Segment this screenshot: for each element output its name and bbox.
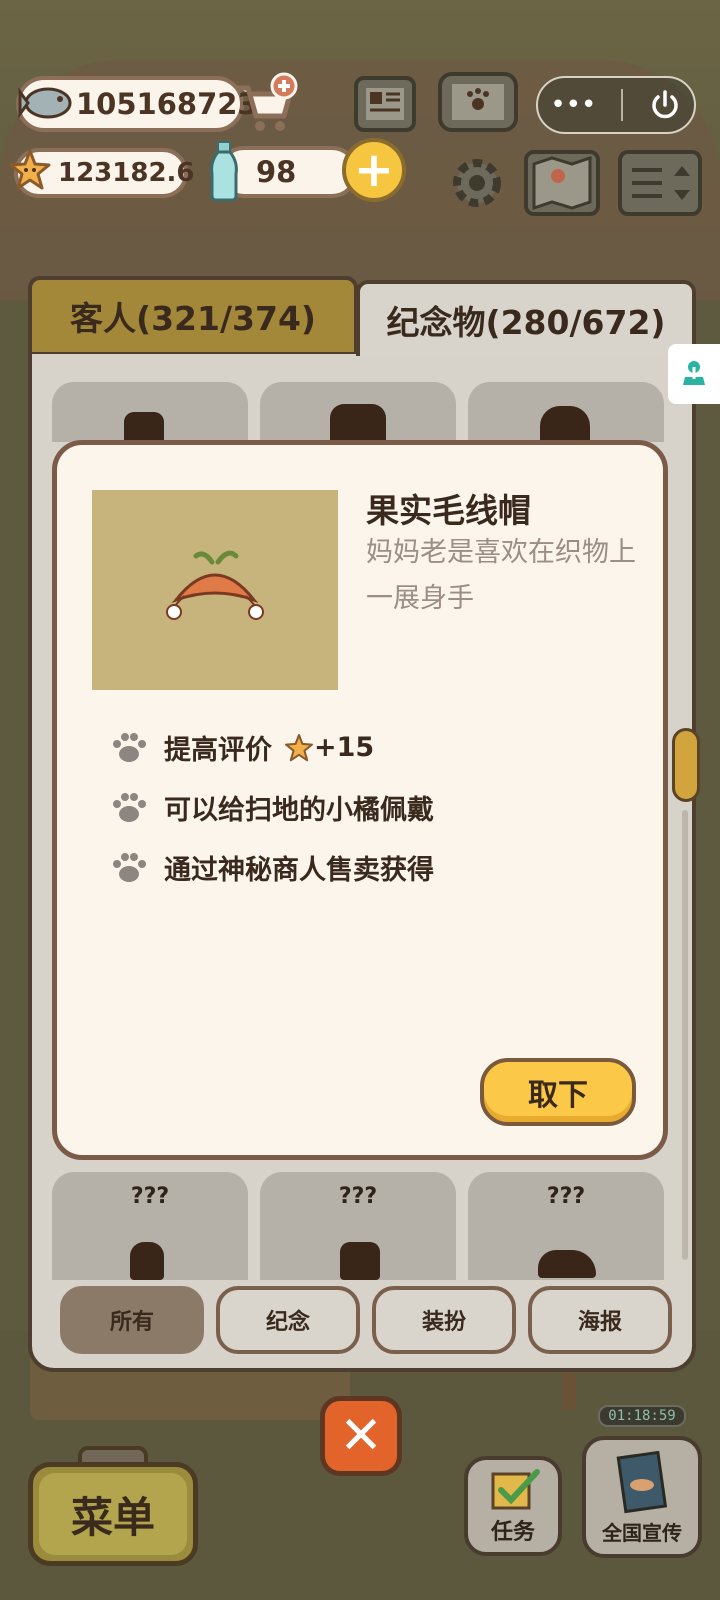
item-description: 妈妈老是喜欢在织物上一展身手 [366,537,636,614]
bottle-icon [210,141,238,202]
add-currency-button[interactable]: + [342,138,406,202]
bottle-count: 98 [256,155,297,189]
magazine-icon [616,1451,668,1514]
fish-icon [18,87,72,119]
star-icon [285,733,313,761]
item-silhouette [340,1242,380,1280]
power-icon[interactable] [648,88,682,122]
newspaper-icon[interactable] [354,76,416,132]
shield-icon[interactable] [668,344,720,404]
menu-label-box: 菜单 [39,1473,187,1555]
filter-all[interactable]: 所有 [60,1286,204,1354]
tab-souvenirs[interactable]: 纪念物(280/672) [356,280,696,356]
remove-button[interactable]: 取下 [480,1058,636,1126]
item-silhouette [538,1250,596,1278]
collection-cell[interactable]: ??? [260,1172,456,1280]
star-icon [9,149,51,190]
paw-icon [113,732,146,762]
gear-icon[interactable] [446,152,508,214]
capsule-divider [621,89,623,121]
paw-icon [113,792,146,822]
sort-list-icon[interactable] [618,150,702,216]
collection-cell[interactable]: ??? [468,1172,664,1280]
more-icon[interactable]: ••• [550,90,596,120]
feature-row: 可以给扫地的小橘佩戴 [110,788,434,827]
close-button[interactable]: ✕ [320,1396,402,1476]
collection-cell[interactable] [260,382,456,442]
feature-text: 提高评价 [164,735,272,766]
fish-count: 105168723 [76,87,258,121]
countdown-timer: 01:18:59 [598,1405,686,1427]
filter-poster[interactable]: 海报 [528,1286,672,1354]
feature-row: 通过神秘商人售卖获得 [110,848,434,887]
tasks-button[interactable]: 任务 [464,1456,562,1556]
paw-icon [113,852,146,882]
map-icon[interactable] [524,150,600,216]
unknown-item-label: ??? [338,1184,378,1209]
mini-program-capsule[interactable]: ••• [536,76,696,134]
filter-dressup[interactable]: 装扮 [372,1286,516,1354]
collection-cell[interactable] [468,382,664,442]
checklist-icon [491,1469,540,1510]
tab-guests[interactable]: 客人(321/374) [28,276,358,352]
item-image [92,490,338,690]
item-name: 果实毛线帽 [366,491,531,530]
collection-cell[interactable] [52,382,248,442]
scroll-handle[interactable] [672,728,700,802]
filter-souvenir[interactable]: 纪念 [216,1286,360,1354]
star-count: 123182.6 [58,158,195,188]
scrollbar[interactable] [682,810,688,1260]
item-silhouette [130,1242,164,1280]
collection-cell[interactable]: ??? [52,1172,248,1280]
feature-text: 可以给扫地的小橘佩戴 [164,795,434,826]
unknown-item-label: ??? [546,1184,586,1209]
promotion-button[interactable]: 全国宣传 [582,1436,702,1558]
item-silhouette [330,404,386,442]
unknown-item-label: ??? [130,1184,170,1209]
shop-cart-icon[interactable] [232,72,300,134]
close-icon: ✕ [339,1406,383,1466]
rating-bonus: +15 [314,732,375,763]
item-silhouette [540,406,590,442]
feature-text: 通过神秘商人售卖获得 [164,855,434,886]
item-silhouette [124,412,164,442]
paw-book-icon[interactable] [438,72,518,132]
menu-button[interactable]: 菜单 [28,1462,198,1566]
feature-row: 提高评价 +15 [110,728,374,767]
